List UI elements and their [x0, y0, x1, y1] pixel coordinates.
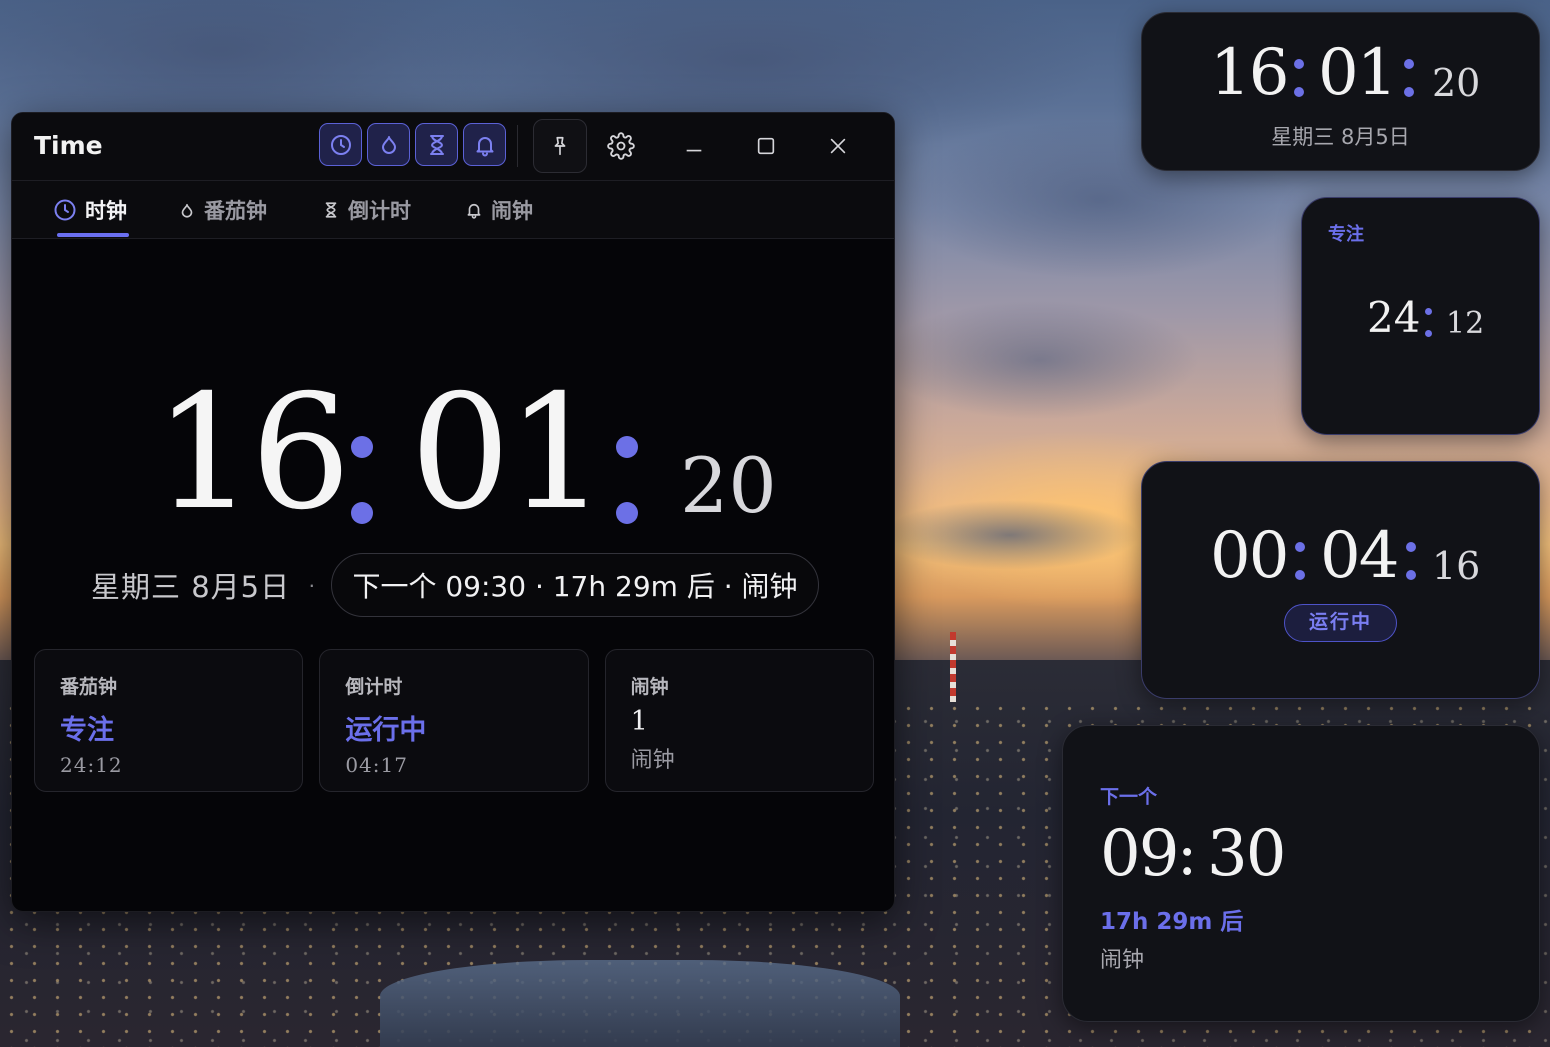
- card-title: 闹钟: [630, 676, 669, 698]
- next-minutes: 30: [1207, 817, 1286, 891]
- timer-seconds: 16: [1432, 544, 1481, 588]
- widget-colon: [1294, 59, 1304, 99]
- tab-pomodoro[interactable]: 番茄钟: [178, 195, 267, 225]
- clock-widget[interactable]: 16 01 20 星期三 8月5日: [1141, 12, 1540, 171]
- card-subtitle: 闹钟: [630, 748, 675, 773]
- tab-bar: 时钟 番茄钟 倒计时 闹钟: [12, 181, 894, 239]
- focus-widget[interactable]: 专注 24 12: [1301, 197, 1540, 435]
- next-alarm-widget[interactable]: 下一个 09 : 30 17h 29m 后 闹钟: [1062, 725, 1540, 1022]
- countdown-card[interactable]: 倒计时 运行中 04:17: [319, 649, 589, 792]
- drop-icon: [381, 135, 396, 154]
- next-colon: :: [1177, 819, 1198, 889]
- clock-seconds: 20: [680, 441, 777, 530]
- widget-clock-seconds: 20: [1432, 61, 1481, 105]
- clock-colon: [351, 436, 373, 526]
- timer-colon: [1406, 542, 1416, 582]
- title-bar[interactable]: Time: [12, 113, 894, 181]
- widget-date: 星期三 8月5日: [1271, 125, 1410, 149]
- card-title: 番茄钟: [60, 676, 118, 698]
- clock-hours: 16: [154, 361, 351, 545]
- toolbar-divider: [517, 125, 518, 167]
- widget-clock-hours: 16: [1210, 36, 1289, 110]
- mode-switcher: [319, 123, 506, 169]
- card-title: 倒计时: [345, 676, 403, 698]
- next-label: 下一个: [1100, 786, 1158, 808]
- gear-icon: [607, 132, 635, 160]
- drop-icon: [181, 203, 193, 218]
- tab-clock[interactable]: 时钟: [53, 195, 127, 225]
- pin-button[interactable]: [533, 119, 587, 173]
- focus-minutes: 24: [1367, 293, 1421, 342]
- widget-clock-minutes: 01: [1318, 36, 1397, 110]
- pin-icon: [554, 136, 566, 156]
- tab-label: 番茄钟: [204, 199, 267, 223]
- clock-colon: [616, 436, 638, 526]
- focus-colon: [1425, 308, 1435, 338]
- running-badge: 运行中: [1284, 604, 1397, 642]
- card-time: 24:12: [60, 753, 123, 777]
- bell-icon: [476, 136, 493, 156]
- minimize-icon: [686, 149, 702, 152]
- clock-minutes: 01: [410, 361, 607, 545]
- focus-seconds: 12: [1446, 306, 1485, 341]
- countdown-widget[interactable]: 00 04 16 运行中: [1141, 461, 1540, 699]
- clock-icon: [54, 199, 76, 221]
- settings-button[interactable]: [594, 119, 648, 173]
- card-time: 04:17: [345, 753, 408, 777]
- hourglass-icon: [429, 134, 444, 155]
- timer-minutes: 04: [1320, 519, 1399, 593]
- focus-label: 专注: [1328, 224, 1364, 245]
- card-state: 专注: [60, 715, 114, 746]
- current-date: 星期三 8月5日: [91, 570, 291, 604]
- time-app-window: Time 时钟 番茄钟 倒计时 闹钟 16 01 20 星期三 8月5日 · 下…: [11, 112, 895, 912]
- pomodoro-card[interactable]: 番茄钟 专注 24:12: [34, 649, 304, 792]
- alarm-count: 1: [630, 706, 648, 737]
- alarm-card[interactable]: 闹钟 1 闹钟: [604, 649, 874, 792]
- hourglass-icon: [325, 202, 337, 218]
- timer-colon: [1295, 542, 1305, 582]
- clock-icon: [330, 134, 351, 155]
- date-row: 星期三 8月5日 · 下一个 09:30 · 17h 29m 后 · 闹钟: [91, 553, 819, 617]
- date-separator: ·: [308, 572, 316, 597]
- next-alarm-text: 下一个 09:30 · 17h 29m 后 · 闹钟: [352, 570, 798, 603]
- card-state: 运行中: [345, 715, 427, 746]
- active-tab-indicator: [57, 233, 129, 237]
- next-kind: 闹钟: [1100, 948, 1145, 973]
- tab-countdown[interactable]: 倒计时: [322, 195, 411, 225]
- next-hours: 09: [1100, 817, 1179, 891]
- tab-alarm[interactable]: 闹钟: [465, 195, 533, 225]
- pomodoro-mode-button[interactable]: [367, 123, 410, 166]
- maximize-button[interactable]: [739, 119, 793, 173]
- close-icon: [830, 138, 846, 154]
- tab-label: 时钟: [85, 199, 127, 223]
- close-button[interactable]: [811, 119, 865, 173]
- bell-icon: [467, 203, 481, 219]
- tab-label: 闹钟: [491, 199, 533, 223]
- timer-hours: 00: [1210, 519, 1289, 593]
- app-title: Time: [34, 131, 103, 160]
- widget-colon: [1404, 59, 1414, 99]
- next-alarm-pill[interactable]: 下一个 09:30 · 17h 29m 后 · 闹钟: [331, 553, 819, 617]
- minimize-button[interactable]: [667, 119, 721, 173]
- status-cards: 番茄钟 专注 24:12 倒计时 运行中 04:17 闹钟 1 闹钟: [34, 649, 874, 792]
- countdown-mode-button[interactable]: [415, 123, 458, 166]
- tab-label: 倒计时: [348, 199, 411, 223]
- clock-mode-button[interactable]: [319, 123, 362, 166]
- alarm-mode-button[interactable]: [463, 123, 506, 166]
- maximize-icon: [757, 137, 775, 155]
- next-relative-time: 17h 29m 后: [1100, 909, 1244, 935]
